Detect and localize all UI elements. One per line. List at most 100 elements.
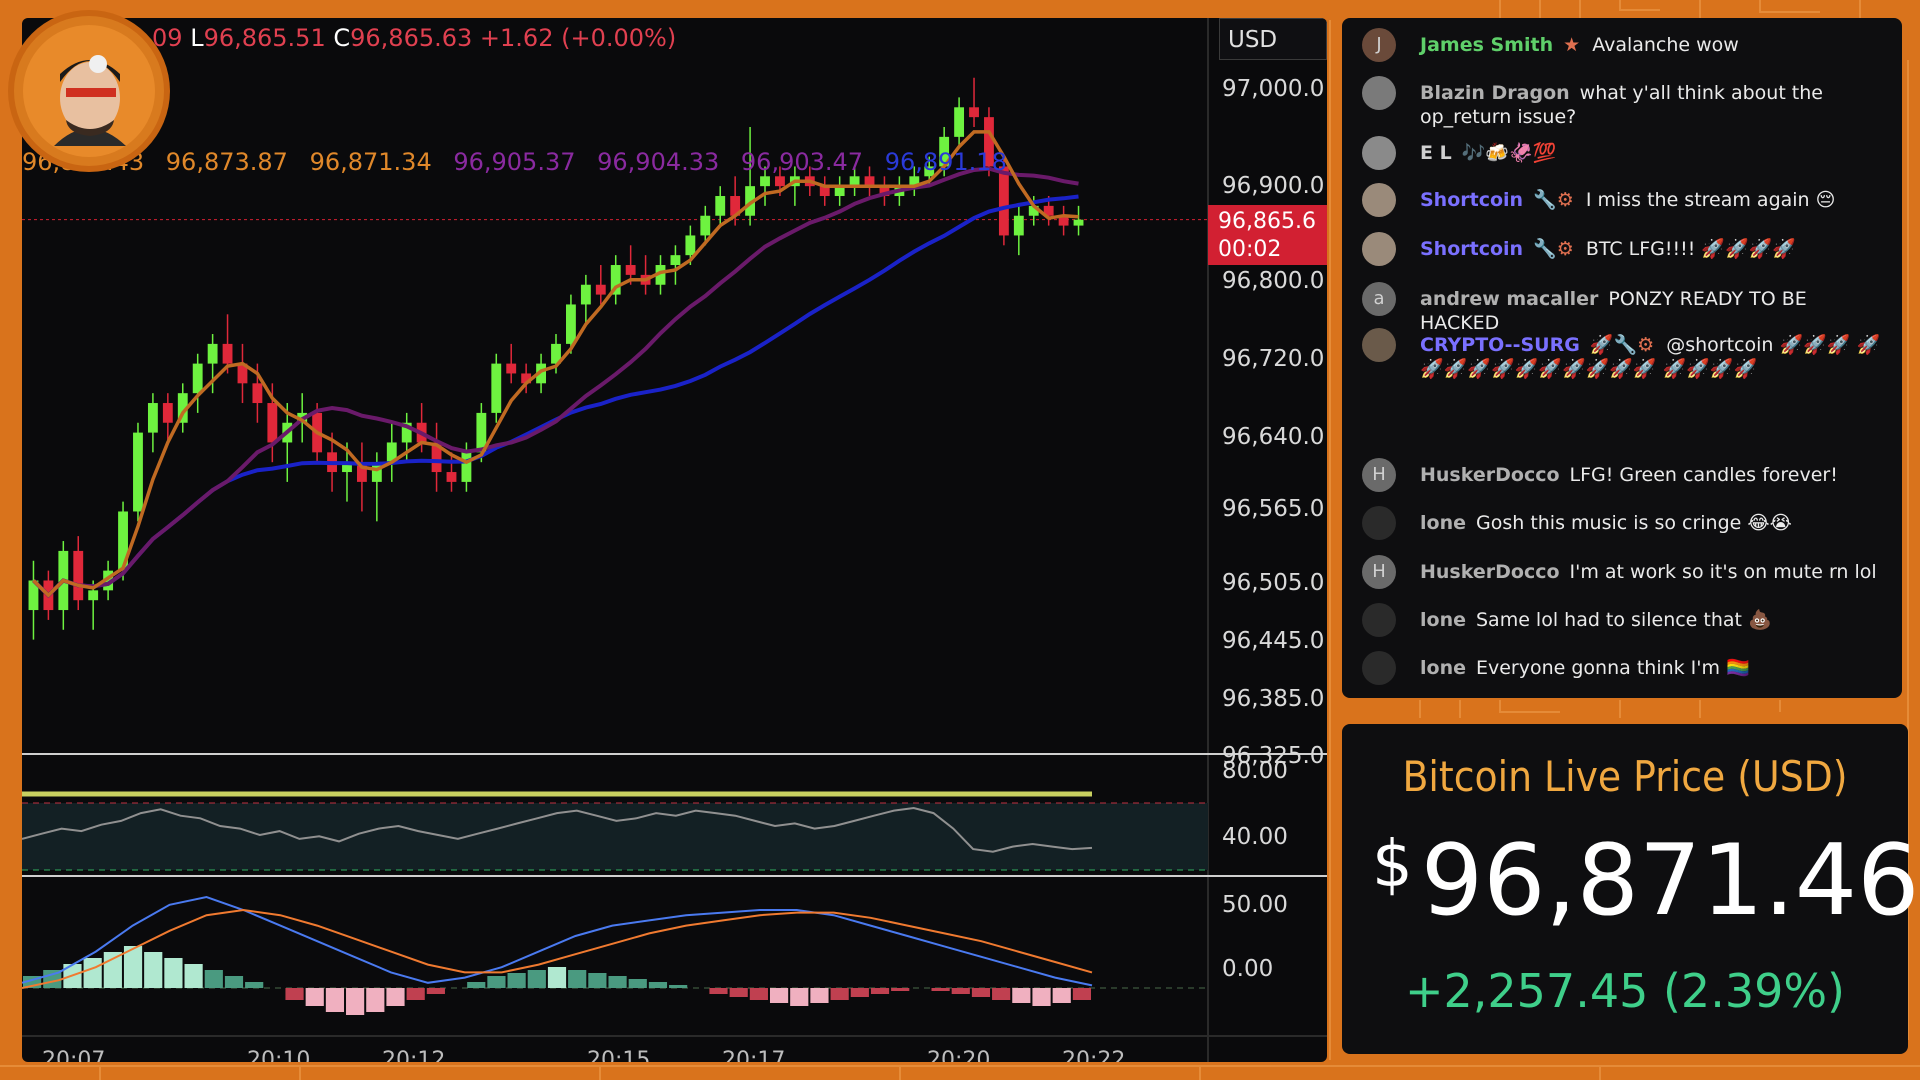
chat-message-body: Blazin Dragon what y'all think about the … <box>1420 76 1882 129</box>
macd-histogram-bar <box>467 982 486 988</box>
macd-histogram-bar <box>366 988 385 1012</box>
chat-avatar[interactable]: a <box>1362 282 1396 316</box>
price-axis-label: 96,720.0 <box>1222 346 1325 372</box>
macd-histogram-bar <box>406 988 425 1000</box>
candle-body <box>491 363 502 413</box>
chat-username[interactable]: E L <box>1420 142 1452 164</box>
macd-histogram-bar <box>568 970 587 988</box>
price-axis-label: 96,640.0 <box>1222 424 1325 450</box>
chat-avatar[interactable] <box>1362 232 1396 266</box>
currency-symbol: $ <box>1372 828 1413 902</box>
chat-avatar[interactable] <box>1362 76 1396 110</box>
macd-histogram-bar <box>224 976 244 988</box>
currency-selector[interactable]: USD <box>1219 18 1327 60</box>
ma-value: 96,903.47 <box>740 148 871 176</box>
rsi-axis-label: 80.00 <box>1222 758 1288 784</box>
chat-message-body: HuskerDocco I'm at work so it's on mute r… <box>1420 555 1882 584</box>
price-chart-panel[interactable]: 09 L96,865.51 C96,865.63 +1.62 (+0.00%) … <box>22 18 1327 1062</box>
ohlc-readout: 09 L96,865.51 C96,865.63 +1.62 (+0.00%) <box>152 24 676 52</box>
chat-username[interactable]: CRYPTO--SURG <box>1420 334 1580 356</box>
chat-message: lone Everyone gonna think I'm 🏳️‍🌈 <box>1362 651 1882 685</box>
candle-body <box>222 343 233 364</box>
macd-histogram-bar <box>285 988 304 1000</box>
ma-value: 96,904.33 <box>597 148 727 176</box>
chat-message: E L 🎶🍻🦑💯 <box>1362 136 1882 170</box>
chat-username[interactable]: lone <box>1420 609 1466 631</box>
ohlc-change: +1.62 (+0.00%) <box>479 24 677 52</box>
rsi-axis-label: 40.00 <box>1222 824 1288 850</box>
chat-username[interactable]: James Smith <box>1420 34 1553 56</box>
moving-average-readout: 96,878.43 96,873.87 96,871.34 96,905.37 … <box>22 148 1021 176</box>
ma-fast-line <box>32 130 1079 598</box>
macd-histogram-bar <box>144 952 163 988</box>
chat-avatar[interactable] <box>1362 183 1396 217</box>
chat-username[interactable]: lone <box>1420 512 1466 534</box>
macd-axis-label: 50.00 <box>1222 892 1288 918</box>
time-axis-label: 20:20 <box>927 1048 991 1062</box>
candle-body <box>700 215 711 236</box>
last-price-tag: 96,865.6 00:02 <box>1208 205 1327 265</box>
candle-body <box>147 403 158 433</box>
candle-body <box>954 107 965 137</box>
macd-histogram-bar <box>204 970 223 988</box>
chat-avatar[interactable]: H <box>1362 458 1396 492</box>
chat-username[interactable]: andrew macaller <box>1420 288 1598 310</box>
chat-username[interactable]: Blazin Dragon <box>1420 82 1570 104</box>
macd-histogram-bar <box>971 988 991 997</box>
chat-username[interactable]: Shortcoin <box>1420 238 1523 260</box>
candle-body <box>207 343 218 364</box>
chat-avatar[interactable] <box>1362 603 1396 637</box>
chat-avatar[interactable] <box>1362 651 1396 685</box>
chat-username[interactable]: HuskerDocco <box>1420 561 1560 583</box>
ma-value: 96,873.87 <box>165 148 296 176</box>
macd-histogram-bar <box>305 988 324 1006</box>
chat-text: I miss the stream again 😔 <box>1585 189 1836 211</box>
chat-badge-icon: ★ <box>1563 34 1587 56</box>
candle-body <box>1013 215 1024 236</box>
chat-avatar[interactable] <box>1362 136 1396 170</box>
ma-value: 96,905.37 <box>453 148 584 176</box>
macd-histogram-bar <box>729 988 748 997</box>
chat-message: J James Smith ★ Avalanche wow <box>1362 28 1882 62</box>
chat-badge-icon: 🔧⚙ <box>1533 189 1580 211</box>
ohlc-low-value: 96,865.51 <box>203 24 326 52</box>
macd-histogram-bar <box>588 973 607 988</box>
chat-message-body: lone Same lol had to silence that 💩 <box>1420 603 1882 632</box>
chat-message: lone Gosh this music is so cringe 😂😭 <box>1362 506 1882 540</box>
chat-avatar[interactable] <box>1362 328 1396 362</box>
chat-message-body: CRYPTO--SURG 🚀🔧⚙ @shortcoin 🚀🚀🚀 🚀🚀🚀🚀🚀🚀🚀🚀🚀… <box>1420 328 1882 381</box>
chat-username[interactable]: Shortcoin <box>1420 189 1523 211</box>
price-axis-label: 96,385.0 <box>1222 686 1325 712</box>
chat-avatar[interactable] <box>1362 506 1396 540</box>
chat-avatar[interactable]: H <box>1362 555 1396 589</box>
candle-body <box>446 472 457 482</box>
macd-histogram-bar <box>931 988 950 991</box>
chat-username[interactable]: lone <box>1420 657 1466 679</box>
chat-avatar[interactable]: J <box>1362 28 1396 62</box>
time-axis-label: 20:22 <box>1062 1048 1126 1062</box>
macd-histogram-bar <box>245 982 264 988</box>
macd-histogram-bar <box>1072 988 1091 1000</box>
candle-body <box>133 432 143 512</box>
candle-body <box>506 363 517 374</box>
ma-mid-line <box>32 166 1079 599</box>
streamer-avatar-icon <box>23 25 155 157</box>
live-chat-panel[interactable]: J James Smith ★ Avalanche wow Blazin Dragon… <box>1342 18 1902 698</box>
price-card-value: $96,871.46 <box>1372 824 1919 938</box>
candle-body <box>461 452 472 482</box>
macd-histogram-bar <box>648 982 668 988</box>
time-axis-label: 20:15 <box>587 1048 651 1062</box>
chat-message: Shortcoin 🔧⚙ BTC LFG!!!! 🚀🚀🚀🚀 <box>1362 232 1882 266</box>
chat-message-body: James Smith ★ Avalanche wow <box>1420 28 1882 57</box>
macd-histogram-bar <box>386 988 405 1006</box>
chat-message-body: E L 🎶🍻🦑💯 <box>1420 136 1882 165</box>
chat-text: LFG! Green candles forever! <box>1569 464 1838 486</box>
macd-histogram-bar <box>870 988 890 994</box>
candle-body <box>580 284 591 305</box>
macd-histogram-bar <box>164 958 183 988</box>
chat-username[interactable]: HuskerDocco <box>1420 464 1560 486</box>
chat-message: H HuskerDocco LFG! Green candles forever! <box>1362 458 1882 492</box>
candle-body <box>775 176 785 187</box>
ohlc-close-label: C <box>333 24 351 52</box>
chat-message-body: Shortcoin 🔧⚙ BTC LFG!!!! 🚀🚀🚀🚀 <box>1420 232 1882 261</box>
